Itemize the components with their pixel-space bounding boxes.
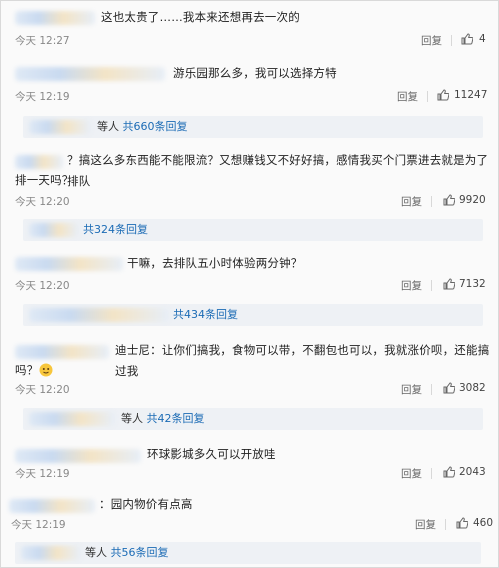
sub-replies-count[interactable]: 共434条回复	[173, 308, 238, 321]
username-blurred	[29, 120, 91, 134]
username-blurred[interactable]	[15, 257, 123, 271]
reply-button[interactable]: 回复	[401, 278, 422, 293]
like-count: 9920	[459, 194, 486, 206]
divider	[445, 519, 446, 530]
smiley-emoji-icon	[39, 363, 53, 377]
sub-replies-count[interactable]: 共324条回复	[83, 223, 148, 236]
like-count: 11247	[454, 89, 488, 101]
comment-text-line2: 吗？	[15, 363, 39, 377]
username-blurred[interactable]	[15, 449, 141, 463]
comment-text: 这也太贵了……我本来还想再去一次的	[101, 10, 300, 24]
sub-replies-box[interactable]	[23, 116, 483, 138]
username-blurred	[21, 546, 81, 560]
comment-item: 这也太贵了……我本来还想再去一次的 今天 12:27 回复 4	[1, 1, 498, 53]
username-blurred[interactable]	[9, 499, 95, 513]
username-blurred	[29, 223, 79, 237]
sub-replies-count[interactable]: 共660条回复	[123, 120, 188, 133]
thumbs-up-icon[interactable]	[443, 382, 455, 394]
username-blurred	[29, 412, 115, 426]
thumbs-up-icon[interactable]	[443, 194, 455, 206]
sub-replies-prefix: 等人	[121, 412, 143, 425]
comment-text: 迪士尼：让你们搞我，食物可以带，不翻包也可以，我就涨价呗，还能搞过我	[115, 343, 490, 378]
like-count: 2043	[459, 466, 486, 478]
reply-button[interactable]: 回复	[397, 89, 418, 104]
sub-replies-link[interactable]: 等人 共660条回复	[97, 116, 188, 138]
sub-replies-count[interactable]: 共42条回复	[147, 412, 205, 425]
username-blurred	[29, 308, 169, 322]
reply-button[interactable]: 回复	[401, 382, 422, 397]
comment-time: 今天 12:19	[15, 468, 70, 480]
comment-text: 游乐园那么多，我可以选择方特	[173, 66, 337, 80]
reply-button[interactable]: 回复	[401, 194, 422, 209]
comment-item: 游乐园那么多，我可以选择方特 今天 12:19 回复 11247 等人 共660…	[1, 59, 498, 151]
like-count: 460	[473, 517, 494, 529]
comment-item: 环球影城多久可以开放哇 今天 12:19 回复 2043	[1, 441, 498, 487]
sub-replies-prefix: 等人	[85, 546, 107, 559]
comment-item: ：园内物价有点高 今天 12:19 回复 460 等人 共56条回复	[1, 491, 498, 567]
comment-text: ：园内物价有点高	[99, 497, 193, 511]
username-blurred[interactable]	[15, 155, 63, 169]
reply-button[interactable]: 回复	[421, 33, 442, 48]
comment-item: 干嘛，去排队五小时体验两分钟？ 今天 12:20 回复 7132 共434条回复	[1, 249, 498, 329]
comment-list: 这也太贵了……我本来还想再去一次的 今天 12:27 回复 4 游乐园那么多，我…	[0, 0, 499, 568]
username-blurred[interactable]	[15, 345, 109, 359]
divider	[431, 384, 432, 395]
divider	[431, 468, 432, 479]
thumbs-up-icon[interactable]	[443, 278, 455, 290]
reply-button[interactable]: 回复	[415, 517, 436, 532]
comment-text-line2: 排一天吗？	[15, 173, 74, 187]
reply-button[interactable]: 回复	[401, 466, 422, 481]
like-count: 3082	[459, 382, 486, 394]
comment-item: 迪士尼：让你们搞我，食物可以带，不翻包也可以，我就涨价呗，还能搞过我 吗？ 今天…	[1, 337, 498, 433]
comment-time: 今天 12:19	[15, 91, 70, 103]
comment-text: ？搞这么多东西能不能限流？又想赚钱又不好好搞，感情我买个门票进去就是为了排队	[67, 153, 489, 188]
sub-replies-link[interactable]: 共324条回复	[83, 219, 148, 241]
comment-time: 今天 12:19	[11, 519, 66, 531]
comment-time: 今天 12:20	[15, 196, 70, 208]
sub-replies-prefix: 等人	[97, 120, 119, 133]
comment-item: ？搞这么多东西能不能限流？又想赚钱又不好好搞，感情我买个门票进去就是为了排队 排…	[1, 147, 498, 241]
sub-replies-link[interactable]: 等人 共42条回复	[121, 408, 205, 430]
divider	[431, 280, 432, 291]
thumbs-up-icon[interactable]	[456, 517, 468, 529]
divider	[431, 196, 432, 207]
thumbs-up-icon[interactable]	[443, 466, 455, 478]
thumbs-up-icon[interactable]	[437, 89, 449, 101]
thumbs-up-icon[interactable]	[461, 33, 473, 45]
username-blurred[interactable]	[15, 11, 95, 25]
comment-text: 环球影城多久可以开放哇	[147, 447, 276, 461]
divider	[427, 91, 428, 102]
sub-replies-link[interactable]: 等人 共56条回复	[85, 542, 169, 564]
comment-text: 干嘛，去排队五小时体验两分钟？	[127, 256, 303, 270]
like-count: 7132	[459, 278, 486, 290]
sub-replies-count[interactable]: 共56条回复	[111, 546, 169, 559]
like-count: 4	[479, 33, 486, 45]
comment-time: 今天 12:20	[15, 280, 70, 292]
username-blurred[interactable]	[15, 67, 165, 81]
divider	[451, 35, 452, 46]
sub-replies-link[interactable]: 共434条回复	[173, 304, 238, 326]
comment-time: 今天 12:20	[15, 384, 70, 396]
comment-time: 今天 12:27	[15, 35, 70, 47]
